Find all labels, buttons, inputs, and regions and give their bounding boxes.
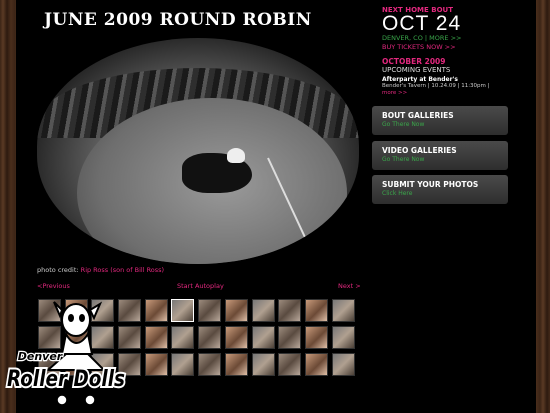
- photo-credit: photo credit: Rip Ross (son of Bill Ross…: [37, 266, 164, 274]
- events-month: OCTOBER 2009: [382, 57, 446, 66]
- video-galleries-subtitle: Go There Now: [382, 156, 425, 163]
- roller-dolls-logo[interactable]: Denver Roller Dolls: [4, 300, 134, 410]
- gallery-thumbnail[interactable]: [331, 353, 355, 376]
- video-galleries-title: VIDEO GALLERIES: [382, 146, 457, 155]
- next-bout-location-text: DENVER, CO: [382, 34, 423, 42]
- gallery-thumbnail[interactable]: [198, 353, 222, 376]
- logo-main-text: Roller Dolls: [7, 367, 125, 392]
- event-detail: Bender's Tavern | 10.24.09 | 11:30pm |: [382, 83, 490, 89]
- video-galleries-button[interactable]: VIDEO GALLERIES Go There Now: [372, 141, 508, 170]
- photo-helmet: [227, 148, 245, 163]
- gallery-thumbnail[interactable]: [198, 299, 222, 322]
- gallery-thumbnail[interactable]: [278, 326, 302, 349]
- gallery-thumbnail[interactable]: [251, 326, 275, 349]
- previous-link[interactable]: <Previous: [37, 282, 70, 290]
- submit-photos-subtitle: Click Here: [382, 190, 413, 197]
- gallery-thumbnail[interactable]: [251, 299, 275, 322]
- submit-photos-button[interactable]: SUBMIT YOUR PHOTOS Click Here: [372, 175, 508, 204]
- gallery-thumbnail[interactable]: [251, 353, 275, 376]
- gallery-thumbnail[interactable]: [331, 326, 355, 349]
- gallery-title: JUNE 2009 ROUND ROBIN: [44, 10, 312, 30]
- gallery-thumbnail[interactable]: [278, 299, 302, 322]
- gallery-thumbnail[interactable]: [224, 326, 248, 349]
- photo-credit-link[interactable]: Rip Ross (son of Bill Ross): [81, 266, 164, 274]
- gallery-thumbnail[interactable]: [171, 326, 195, 349]
- bout-galleries-subtitle: Go There Now: [382, 121, 425, 128]
- gallery-thumbnail[interactable]: [331, 299, 355, 322]
- main-photo: [37, 38, 359, 264]
- buy-tickets-link[interactable]: BUY TICKETS NOW >>: [382, 43, 456, 51]
- events-label: UPCOMING EVENTS: [382, 66, 451, 74]
- gallery-thumbnail[interactable]: [144, 299, 168, 322]
- autoplay-link[interactable]: Start Autoplay: [177, 282, 224, 290]
- gallery-thumbnail[interactable]: [171, 353, 195, 376]
- event-more-link[interactable]: more >>: [382, 90, 407, 96]
- gallery-thumbnail[interactable]: [198, 326, 222, 349]
- gallery-thumbnail[interactable]: [224, 299, 248, 322]
- gallery-thumbnail[interactable]: [278, 353, 302, 376]
- logo-top-text: Denver: [18, 350, 63, 363]
- gallery-thumbnail[interactable]: [304, 353, 328, 376]
- gallery-thumbnail[interactable]: [171, 299, 195, 322]
- bout-galleries-button[interactable]: BOUT GALLERIES Go There Now: [372, 106, 508, 135]
- gallery-thumbnail[interactable]: [304, 299, 328, 322]
- event-title: Afterparty at Bender's: [382, 76, 458, 83]
- submit-photos-title: SUBMIT YOUR PHOTOS: [382, 180, 479, 189]
- next-bout-location: DENVER, CO | MORE >>: [382, 34, 462, 42]
- bout-galleries-title: BOUT GALLERIES: [382, 111, 454, 120]
- gallery-thumbnail[interactable]: [144, 326, 168, 349]
- gallery-thumbnail[interactable]: [304, 326, 328, 349]
- gallery-thumbnail[interactable]: [144, 353, 168, 376]
- gallery-thumbnail[interactable]: [224, 353, 248, 376]
- next-bout-date: OCT 24: [382, 12, 462, 35]
- next-link[interactable]: Next >: [338, 282, 361, 290]
- next-bout-more-link[interactable]: MORE >>: [429, 34, 461, 42]
- photo-credit-prefix: photo credit:: [37, 266, 79, 274]
